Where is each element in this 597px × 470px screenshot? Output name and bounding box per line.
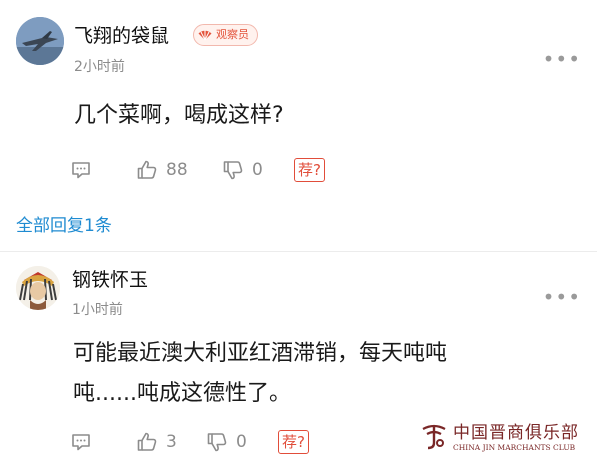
club-logo-icon [422, 424, 446, 450]
comment-item: 飞翔的袋鼠 观察员 2小时前 ••• 几个菜啊，喝成这样? 88 0 荐? 全部… [0, 0, 597, 236]
fan-badge-icon [198, 30, 212, 41]
jet-avatar-icon [16, 17, 64, 65]
recommend-button[interactable]: 荐? [278, 430, 309, 454]
reply-button[interactable] [70, 429, 92, 455]
comment-text: 可能最近澳大利亚红酒滞销，每天吨吨 吨......吨成这德性了。 [73, 334, 543, 414]
badge-label: 观察员 [216, 28, 249, 41]
watermark-name: 中国晋商俱乐部 [453, 423, 579, 443]
comment-icon [72, 434, 90, 451]
reply-button[interactable] [70, 157, 92, 183]
chief-avatar-icon [16, 266, 60, 310]
timestamp: 2小时前 [74, 59, 125, 75]
comment-text-line: 可能最近澳大利亚红酒滞销，每天吨吨 [73, 341, 448, 366]
timestamp: 1小时前 [72, 302, 123, 318]
dislike-button[interactable]: 0 [206, 429, 247, 455]
thumbs-up-icon [137, 160, 157, 179]
avatar[interactable] [16, 266, 60, 310]
like-button[interactable]: 3 [136, 429, 177, 455]
username[interactable]: 飞翔的袋鼠 [74, 21, 169, 48]
like-count: 88 [166, 160, 188, 180]
comment-icon [72, 162, 90, 179]
comment-text-line: 吨......吨成这德性了。 [73, 381, 291, 406]
recommend-button[interactable]: 荐? [294, 158, 325, 182]
username[interactable]: 钢铁怀玉 [72, 265, 148, 292]
club-watermark: 中国晋商俱乐部 CHINA JIN MARCHANTS CLUB [419, 415, 587, 465]
comment-text: 几个菜啊，喝成这样? [74, 103, 284, 128]
watermark-english: CHINA JIN MARCHANTS CLUB [453, 443, 576, 452]
thumbs-up-icon [137, 432, 157, 451]
dislike-count: 0 [252, 160, 263, 180]
like-button[interactable]: 88 [136, 157, 188, 183]
more-icon[interactable]: ••• [543, 287, 581, 307]
dislike-count: 0 [236, 432, 247, 452]
thumbs-down-icon [223, 161, 243, 180]
dislike-button[interactable]: 0 [222, 157, 263, 183]
like-count: 3 [166, 432, 177, 452]
view-all-replies-link[interactable]: 全部回复1条 [16, 211, 112, 236]
observer-badge: 观察员 [193, 24, 258, 46]
more-icon[interactable]: ••• [543, 49, 581, 69]
avatar[interactable] [16, 17, 64, 65]
thumbs-down-icon [207, 433, 227, 452]
